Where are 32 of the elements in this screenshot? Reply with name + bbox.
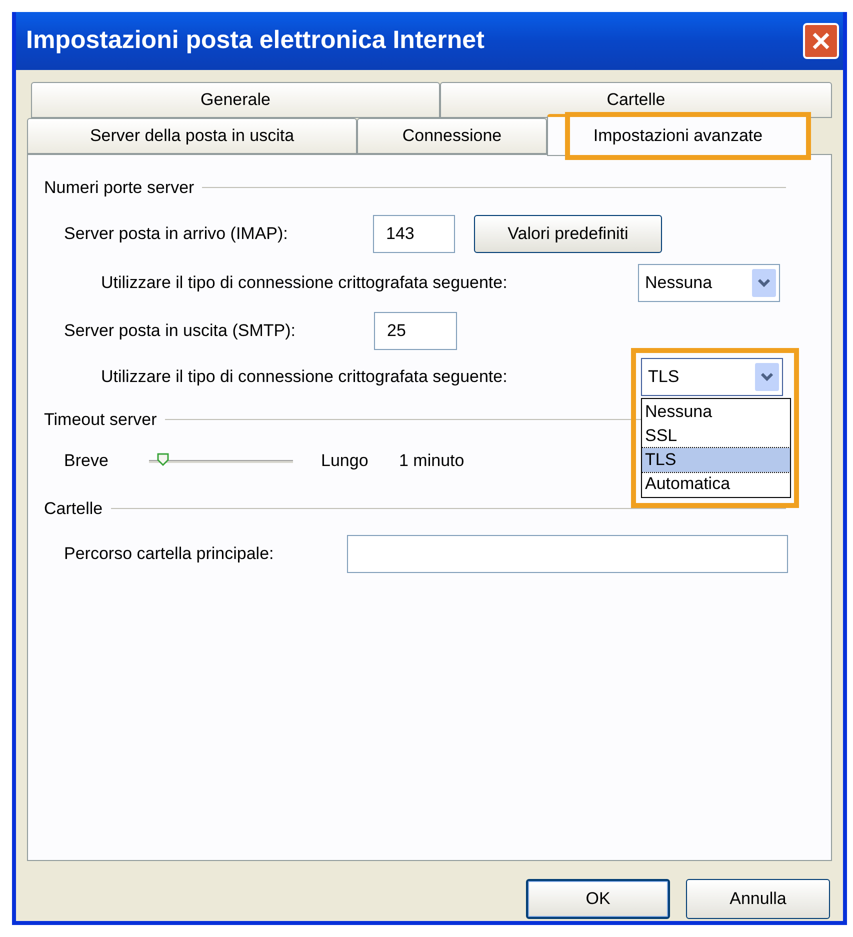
dropdown-option[interactable]: Automatica	[642, 472, 790, 496]
group-heading: Cartelle	[44, 498, 103, 520]
group-heading: Numeri porte server	[44, 177, 194, 199]
dropdown[interactable]: Nessuna	[638, 264, 780, 302]
group-heading: Timeout server	[44, 408, 157, 430]
slider-label: Lungo	[321, 450, 370, 472]
dialog-button[interactable]: OK	[526, 879, 670, 919]
slider-thumb[interactable]	[156, 452, 170, 466]
tab[interactable]: Generale	[31, 82, 440, 118]
dialog-button[interactable]: Annulla	[686, 879, 830, 919]
chevron-down-icon	[755, 362, 779, 390]
field-label: Percorso cartella principale:	[64, 542, 275, 565]
defaults-button[interactable]: Valori predefiniti	[474, 214, 662, 252]
dropdown[interactable]: TLS	[641, 358, 783, 396]
slider-value: 1 minuto	[399, 450, 464, 472]
tab[interactable]: Server della posta in uscita	[27, 118, 357, 154]
window-title: Impostazioni posta elettronica Internet	[26, 25, 484, 56]
dropdown-option[interactable]: Nessuna	[642, 400, 790, 424]
path-field[interactable]	[347, 534, 788, 572]
field-label: Utilizzare il tipo di connessione crittografata seguente:	[101, 272, 508, 294]
chevron-down-icon	[752, 268, 776, 296]
dropdown-option[interactable]: TLS	[642, 448, 790, 472]
field-label: Server posta in arrivo (IMAP):	[64, 222, 289, 245]
field-label: Utilizzare il tipo di connessione crittografata seguente:	[101, 366, 508, 388]
port-field[interactable]: 143	[373, 214, 455, 252]
port-field[interactable]: 25	[374, 312, 457, 350]
slider-label: Breve	[64, 450, 110, 472]
field-label: Server posta in uscita (SMTP):	[64, 320, 296, 342]
close-icon	[811, 31, 831, 51]
dropdown-option[interactable]: SSL	[642, 424, 790, 448]
tab[interactable]: Connessione	[357, 118, 547, 154]
close-button[interactable]	[803, 23, 839, 59]
